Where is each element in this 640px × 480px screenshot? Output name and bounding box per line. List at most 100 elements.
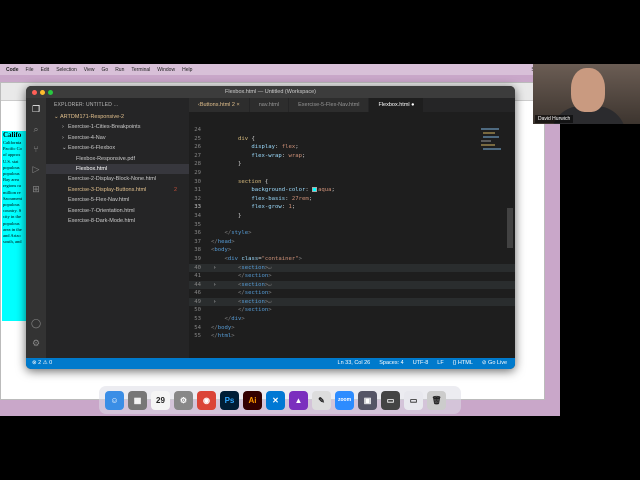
minimize-window-button[interactable]: [40, 89, 45, 95]
code-line[interactable]: 38 <body>: [189, 246, 515, 255]
code-text: </head>: [211, 238, 235, 245]
editor-tab[interactable]: Flexbox.html ●: [369, 98, 425, 112]
line-number: 40: [194, 264, 201, 271]
source-control-icon[interactable]: ⑂: [31, 144, 41, 154]
code-line[interactable]: 24: [189, 126, 515, 135]
fold-chevron-icon[interactable]: ›: [213, 264, 216, 273]
editor-tab[interactable]: ‹Buttons.html 2 ×: [189, 98, 250, 112]
preview-icon[interactable]: ▣: [358, 390, 377, 410]
editor-tab[interactable]: Exercise-5-Flex-Nav.html: [289, 98, 370, 112]
explorer-item[interactable]: Exercise-8-Dark-Mode.html: [46, 216, 189, 226]
explorer-item[interactable]: › Exercise-1-Cities-Breakpoints: [46, 122, 189, 132]
code-text: flex-wrap: wrap;: [251, 152, 306, 159]
fold-chevron-icon[interactable]: ›: [213, 298, 216, 307]
explorer-item[interactable]: Exercise-7-Orientation.html: [46, 206, 189, 216]
code-line[interactable]: 27 flex-wrap: wrap;: [189, 152, 515, 161]
line-ending[interactable]: LF: [437, 358, 443, 369]
explorer-item[interactable]: Exercise-3-Display-Buttons.html 2: [46, 185, 189, 195]
code-text: flex-grow: 1;: [251, 204, 296, 211]
code-line[interactable]: 34 }: [189, 212, 515, 221]
trash-icon[interactable]: 🗑: [427, 390, 446, 410]
code-line[interactable]: 36 </style>: [189, 229, 515, 238]
menubar-item[interactable]: Code: [6, 67, 19, 73]
code-editor[interactable]: 24 25 div {26 display: flex; 27 flex-wrap:…: [189, 126, 515, 358]
code-text: <body>: [211, 247, 232, 254]
illustrator-icon[interactable]: Ai: [243, 390, 262, 410]
explorer-item[interactable]: ⌄ARTDM171-Responsive-2: [46, 112, 189, 122]
explorer-icon[interactable]: ❐: [31, 104, 41, 114]
search-icon[interactable]: ⌕: [31, 124, 41, 134]
menubar-item[interactable]: Terminal: [131, 67, 150, 73]
status-right-items: Ln 33, Col 26 Spaces: 4 UTF-8 LF {} HTML…: [338, 358, 507, 369]
code-line[interactable]: 41 </section>: [189, 272, 515, 281]
menubar-item[interactable]: View: [84, 67, 95, 73]
code-line[interactable]: 54 </body>: [189, 324, 515, 333]
window-titlebar: Flexbox.html — Untitled (Workspace): [26, 86, 515, 98]
explorer-item[interactable]: Flexbox.html: [46, 163, 189, 175]
code-line[interactable]: 37 </head>: [189, 238, 515, 247]
file-tree: ⌄ARTDM171-Responsive-2 › Exercise-1-Cities…: [46, 112, 189, 226]
line-number: 26: [194, 144, 201, 151]
code-line[interactable]: 29: [189, 169, 515, 178]
code-line[interactable]: 32 flex-basis: 27rem;: [189, 195, 515, 204]
code-line[interactable]: 49 › <section>↵: [189, 297, 515, 307]
menubar-item[interactable]: Window: [157, 67, 175, 73]
manage-gear-icon[interactable]: ⚙: [31, 338, 41, 348]
screen-icon[interactable]: ▭: [381, 390, 400, 410]
line-number: 31: [194, 187, 201, 194]
notes-icon[interactable]: ✎: [312, 390, 331, 410]
menubar-item[interactable]: Run: [115, 67, 124, 73]
code-line[interactable]: 55 </html>: [189, 332, 515, 341]
explorer-item[interactable]: › Exercise-4-Nav: [46, 133, 189, 143]
explorer-item-label: Exercise-8-Dark-Mode.html: [68, 217, 135, 224]
photoshop-icon[interactable]: Ps: [220, 390, 239, 410]
code-line[interactable]: 31 background-color: aqua;: [189, 186, 515, 195]
problems-status[interactable]: ⊗ 2 ⚠ 0: [32, 358, 52, 369]
indentation[interactable]: Spaces: 4: [379, 358, 403, 369]
code-line[interactable]: 40 › <section>↵: [189, 263, 515, 273]
code-line[interactable]: 33 flex-grow: 1;: [189, 203, 515, 212]
code-line[interactable]: 39 <div class="container">: [189, 255, 515, 264]
code-line[interactable]: 50 </section>: [189, 306, 515, 315]
chrome-icon[interactable]: ◉: [197, 390, 216, 410]
menubar-item[interactable]: Help: [182, 67, 192, 73]
extensions-icon[interactable]: ⊞: [31, 184, 41, 194]
encoding[interactable]: UTF-8: [413, 358, 429, 369]
code-line[interactable]: 26 display: flex;: [189, 143, 515, 152]
run-debug-icon[interactable]: ▷: [31, 164, 41, 174]
launchpad-icon[interactable]: ▦: [128, 390, 147, 410]
vscode-icon[interactable]: ✕: [266, 390, 285, 410]
language-mode[interactable]: {} HTML: [453, 358, 473, 369]
editor-tab[interactable]: nav.html: [249, 98, 290, 112]
explorer-item[interactable]: Exercise-5-Flex-Nav.html: [46, 195, 189, 205]
explorer-item[interactable]: Exercise-2-Display-Block-None.html: [46, 174, 189, 184]
go-live-button[interactable]: ⊘ Go Live: [482, 358, 507, 369]
close-window-button[interactable]: [32, 89, 37, 95]
code-line[interactable]: 35: [189, 221, 515, 230]
menubar-item[interactable]: Selection: [56, 67, 77, 73]
code-line[interactable]: 28 }: [189, 160, 515, 169]
code-line[interactable]: 30 section {: [189, 178, 515, 187]
code-line[interactable]: 53 </div>: [189, 315, 515, 324]
account-icon[interactable]: ◯: [31, 318, 41, 328]
calendar-icon[interactable]: 29: [151, 390, 170, 410]
zoom-icon[interactable]: zoom: [335, 390, 354, 410]
zoom-window-button[interactable]: [48, 89, 53, 95]
code-line[interactable]: 25 div {: [189, 135, 515, 144]
explorer-item-label: Exercise-1-Cities-Breakpoints: [68, 124, 141, 131]
menubar-item[interactable]: Edit: [41, 67, 50, 73]
affinity-icon[interactable]: ▲: [289, 390, 308, 410]
menubar-item[interactable]: File: [26, 67, 34, 73]
explorer-item[interactable]: ⌄Exercise-6-Flexbox: [46, 143, 189, 153]
code-line[interactable]: 46 </section>: [189, 289, 515, 298]
editor-scrollbar[interactable]: [507, 208, 513, 248]
explorer-item[interactable]: Flexbox-Responsive.pdf: [46, 154, 189, 164]
code-line[interactable]: 44 › <section>↵: [189, 280, 515, 290]
menubar-item[interactable]: Go: [102, 67, 109, 73]
finder-icon[interactable]: ☺: [105, 390, 124, 410]
folder-icon[interactable]: ▭: [404, 390, 423, 410]
cursor-position[interactable]: Ln 33, Col 26: [338, 358, 371, 369]
minimap[interactable]: [477, 126, 507, 166]
fold-chevron-icon[interactable]: ›: [213, 281, 216, 290]
settings-icon[interactable]: ⚙: [174, 390, 193, 410]
